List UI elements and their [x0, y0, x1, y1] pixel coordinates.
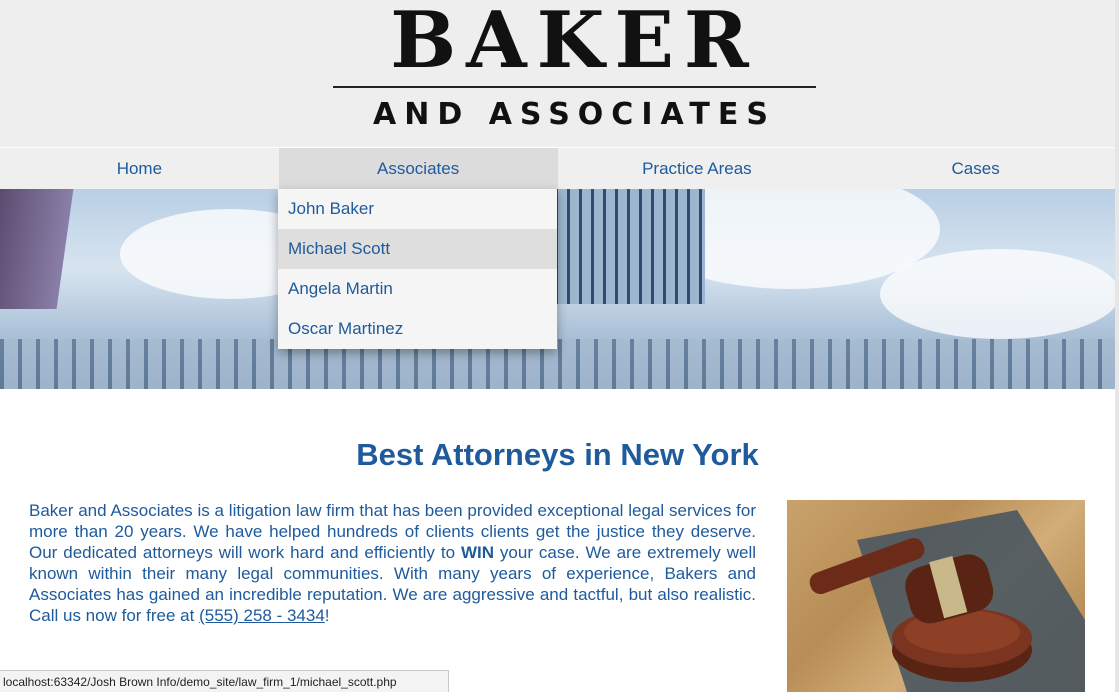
gavel-illustration [809, 510, 1085, 692]
site-header: BAKER AND ASSOCIATES [0, 0, 1116, 147]
building-left [0, 189, 74, 309]
nav-cases[interactable]: Cases [836, 148, 1115, 189]
intro-text-end: ! [324, 606, 330, 625]
logo[interactable]: BAKER AND ASSOCIATES [333, 0, 816, 135]
page-scrollbar[interactable] [1115, 0, 1119, 692]
main-nav: Home Associates Practice Areas Cases [0, 148, 1115, 189]
associates-dropdown-menu: John Baker Michael Scott Angela Martin O… [278, 189, 557, 349]
page-headline: Best Attorneys in New York [356, 437, 759, 472]
phone-link[interactable]: (555) 258 - 3434 [199, 606, 325, 625]
nav-practice-areas[interactable]: Practice Areas [558, 148, 837, 189]
dropdown-item-angela-martin[interactable]: Angela Martin [278, 269, 557, 309]
cloud-shape [880, 249, 1115, 339]
browser-status-url: localhost:63342/Josh Brown Info/demo_sit… [0, 670, 449, 692]
intro-text-bold: WIN [460, 543, 494, 562]
logo-subtitle: AND ASSOCIATES [373, 97, 776, 132]
intro-paragraph: Baker and Associates is a litigation law… [29, 500, 756, 626]
nav-home[interactable]: Home [0, 148, 279, 189]
logo-title: BAKER [390, 0, 759, 86]
logo-divider [333, 86, 816, 88]
dropdown-item-oscar-martinez[interactable]: Oscar Martinez [278, 309, 557, 349]
gavel-photo [787, 500, 1085, 692]
nav-associates[interactable]: Associates [278, 148, 558, 189]
building-center [555, 189, 705, 304]
hero-banner-image [0, 189, 1115, 389]
dropdown-item-michael-scott[interactable]: Michael Scott [278, 229, 557, 269]
building-bottom [0, 339, 1115, 389]
dropdown-item-john-baker[interactable]: John Baker [278, 189, 557, 229]
